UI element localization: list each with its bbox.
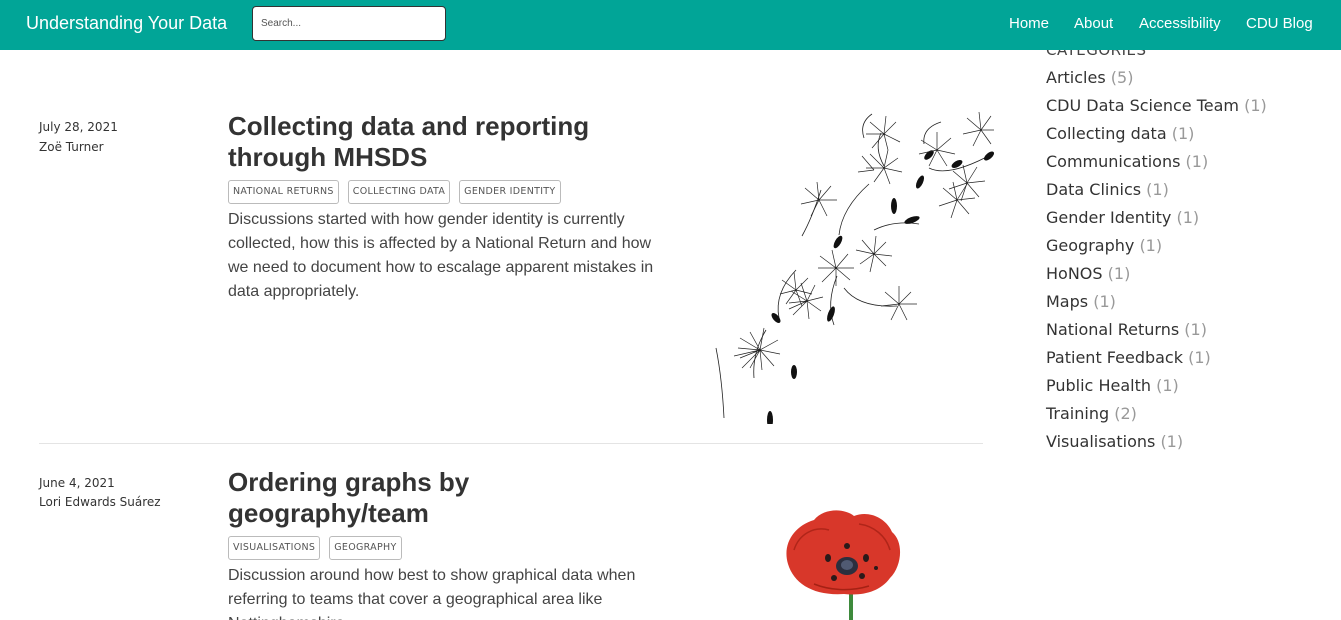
category-item[interactable]: Visualisations (1) — [1046, 428, 1336, 456]
dandelion-seeds-image[interactable] — [694, 108, 994, 424]
category-name[interactable]: Communications — [1046, 152, 1180, 171]
site-brand-link[interactable]: Understanding Your Data — [26, 13, 227, 34]
nav-link-home[interactable]: Home — [1009, 15, 1049, 32]
category-name[interactable]: Maps — [1046, 292, 1088, 311]
search-input[interactable] — [252, 6, 446, 41]
category-count: (1) — [1107, 264, 1131, 283]
categories-sidebar: CATEGORIES Articles (5) CDU Data Science … — [1046, 38, 1336, 456]
top-navbar: Understanding Your Data Home About Acces… — [0, 0, 1341, 50]
category-item[interactable]: Communications (1) — [1046, 148, 1336, 176]
tag-collecting-data[interactable]: COLLECTING DATA — [347, 180, 451, 204]
category-count: (1) — [1244, 96, 1267, 115]
category-name[interactable]: Training — [1046, 404, 1109, 423]
category-count: (1) — [1139, 236, 1163, 255]
post-date: July 28, 2021 — [39, 120, 118, 134]
category-item[interactable]: HoNOS (1) — [1046, 260, 1336, 288]
category-count: (1) — [1093, 292, 1116, 311]
category-name[interactable]: Public Health — [1046, 376, 1151, 395]
category-name[interactable]: Patient Feedback — [1046, 348, 1183, 367]
category-item[interactable]: Gender Identity (1) — [1046, 204, 1336, 232]
red-poppy-image[interactable] — [774, 504, 914, 620]
category-name[interactable]: CDU Data Science Team — [1046, 96, 1239, 115]
category-item[interactable]: Public Health (1) — [1046, 372, 1336, 400]
category-item[interactable]: CDU Data Science Team (1) — [1046, 92, 1336, 120]
nav-link-accessibility[interactable]: Accessibility — [1139, 15, 1221, 32]
category-item[interactable]: Training (2) — [1046, 400, 1336, 428]
category-item[interactable]: Articles (5) — [1046, 64, 1336, 92]
category-name[interactable]: Geography — [1046, 236, 1134, 255]
post-tags: VISUALISATIONS GEOGRAPHY — [228, 536, 411, 560]
tag-national-returns[interactable]: NATIONAL RETURNS — [228, 180, 339, 204]
category-name[interactable]: Collecting data — [1046, 124, 1167, 143]
post-date: June 4, 2021 — [39, 476, 115, 490]
post-divider — [39, 443, 983, 444]
nav-link-about[interactable]: About — [1074, 15, 1113, 32]
category-name[interactable]: Visualisations — [1046, 432, 1155, 451]
post-author: Lori Edwards Suárez — [39, 495, 161, 509]
category-count: (5) — [1110, 68, 1134, 87]
nav-link-cdu-blog[interactable]: CDU Blog — [1246, 15, 1313, 32]
post-title-link[interactable]: Collecting data and reporting through MH… — [228, 111, 658, 173]
category-count: (1) — [1171, 124, 1195, 143]
tag-gender-identity[interactable]: GENDER IDENTITY — [459, 180, 561, 204]
category-name[interactable]: Gender Identity — [1046, 208, 1171, 227]
category-item[interactable]: Maps (1) — [1046, 288, 1336, 316]
categories-list: Articles (5) CDU Data Science Team (1) Col… — [1046, 64, 1336, 456]
category-item[interactable]: Data Clinics (1) — [1046, 176, 1336, 204]
category-count: (1) — [1176, 208, 1200, 227]
category-item[interactable]: Patient Feedback (1) — [1046, 344, 1336, 372]
category-count: (1) — [1160, 432, 1184, 451]
category-count: (1) — [1156, 376, 1179, 395]
category-name[interactable]: HoNOS — [1046, 264, 1103, 283]
category-name[interactable]: Articles — [1046, 68, 1106, 87]
category-count: (2) — [1114, 404, 1137, 423]
post-description: Discussion around how best to show graph… — [228, 567, 636, 620]
post-author: Zoë Turner — [39, 140, 104, 154]
category-item[interactable]: National Returns (1) — [1046, 316, 1336, 344]
tag-visualisations[interactable]: VISUALISATIONS — [228, 536, 321, 560]
category-count: (1) — [1184, 320, 1207, 339]
tag-geography[interactable]: GEOGRAPHY — [329, 536, 402, 560]
post-description: Discussions started with how gender iden… — [228, 211, 654, 300]
category-name[interactable]: Data Clinics — [1046, 180, 1141, 199]
category-count: (1) — [1146, 180, 1169, 199]
post-title-link[interactable]: Ordering graphs by geography/team — [228, 467, 658, 529]
category-name[interactable]: National Returns — [1046, 320, 1179, 339]
category-item[interactable]: Geography (1) — [1046, 232, 1336, 260]
category-count: (1) — [1185, 152, 1209, 171]
category-count: (1) — [1188, 348, 1211, 367]
category-item[interactable]: Collecting data (1) — [1046, 120, 1336, 148]
post-tags: NATIONAL RETURNS COLLECTING DATA GENDER ID… — [228, 180, 570, 204]
